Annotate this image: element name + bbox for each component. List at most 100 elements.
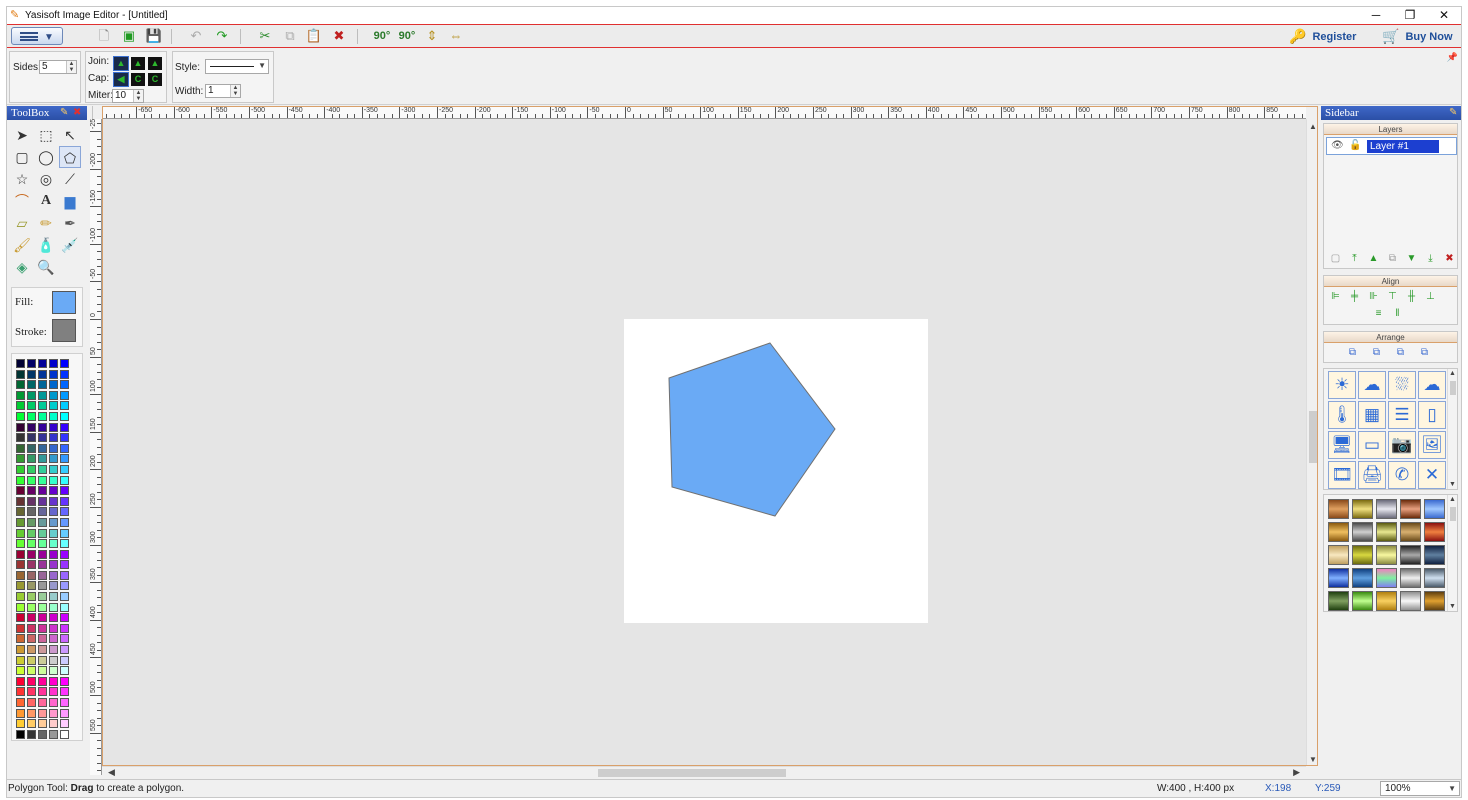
palette-swatch[interactable] xyxy=(16,634,25,644)
palette-swatch[interactable] xyxy=(27,676,36,686)
palette-swatch[interactable] xyxy=(60,496,69,506)
palette-swatch[interactable] xyxy=(38,549,47,559)
palette-swatch[interactable] xyxy=(38,528,47,538)
new-file-icon[interactable]: 🗋 xyxy=(95,28,113,44)
palette-swatch[interactable] xyxy=(16,602,25,612)
shape-library-icon[interactable]: ▯ xyxy=(1418,401,1446,429)
gradient-swatch[interactable] xyxy=(1400,591,1421,611)
spiral-tool-icon[interactable]: ◎ xyxy=(35,168,57,190)
vertical-scroll-thumb[interactable] xyxy=(1309,411,1317,463)
palette-swatch[interactable] xyxy=(49,486,58,496)
palette-swatch[interactable] xyxy=(60,464,69,474)
gradient-swatch[interactable] xyxy=(1376,499,1397,519)
move-layer-down-icon[interactable]: ▼ xyxy=(1402,252,1421,266)
palette-swatch[interactable] xyxy=(60,613,69,623)
palette-swatch[interactable] xyxy=(38,486,47,496)
palette-swatch[interactable] xyxy=(49,528,58,538)
palette-swatch[interactable] xyxy=(27,390,36,400)
palette-swatch[interactable] xyxy=(27,401,36,411)
palette-swatch[interactable] xyxy=(27,475,36,485)
palette-swatch[interactable] xyxy=(60,507,69,517)
palette-swatch[interactable] xyxy=(38,517,47,527)
scroll-thumb[interactable] xyxy=(1450,381,1456,395)
palette-swatch[interactable] xyxy=(49,687,58,697)
palette-swatch[interactable] xyxy=(38,411,47,421)
palette-swatch[interactable] xyxy=(27,719,36,729)
move-layer-up-icon[interactable]: ▲ xyxy=(1364,252,1383,266)
palette-swatch[interactable] xyxy=(38,433,47,443)
palette-swatch[interactable] xyxy=(60,443,69,453)
palette-swatch[interactable] xyxy=(49,592,58,602)
rotate-right-icon[interactable]: 90° xyxy=(398,28,416,44)
cap-round-icon[interactable]: C xyxy=(131,73,145,86)
palette-swatch[interactable] xyxy=(16,401,25,411)
palette-swatch[interactable] xyxy=(16,719,25,729)
palette-swatch[interactable] xyxy=(49,613,58,623)
palette-swatch[interactable] xyxy=(49,676,58,686)
palette-swatch[interactable] xyxy=(27,592,36,602)
gradient-swatch[interactable] xyxy=(1424,568,1445,588)
palette-swatch[interactable] xyxy=(60,369,69,379)
palette-swatch[interactable] xyxy=(27,433,36,443)
palette-swatch[interactable] xyxy=(27,422,36,432)
palette-swatch[interactable] xyxy=(38,496,47,506)
copy-icon[interactable]: ⧉ xyxy=(281,28,299,44)
palette-swatch[interactable] xyxy=(49,454,58,464)
palette-swatch[interactable] xyxy=(49,634,58,644)
delete-icon[interactable]: ✖ xyxy=(330,28,348,44)
palette-swatch[interactable] xyxy=(16,486,25,496)
palette-swatch[interactable] xyxy=(60,401,69,411)
line-style-select[interactable]: ▼ xyxy=(205,59,269,74)
palette-swatch[interactable] xyxy=(60,645,69,655)
shape-library-icon[interactable]: 🌡 xyxy=(1328,401,1356,429)
shape-library-icon[interactable]: ☰ xyxy=(1388,401,1416,429)
palette-swatch[interactable] xyxy=(27,645,36,655)
close-icon[interactable]: ✖ xyxy=(73,106,81,120)
align-bottom-icon[interactable]: ⊥ xyxy=(1421,290,1440,304)
palette-swatch[interactable] xyxy=(49,422,58,432)
shape-library-icon[interactable]: 🖥 xyxy=(1328,431,1356,459)
gradient-swatch[interactable] xyxy=(1376,522,1397,542)
spray-tool-icon[interactable]: 🧴 xyxy=(35,234,57,256)
ellipse-tool-icon[interactable]: ◯ xyxy=(35,146,57,168)
send-to-back-icon[interactable]: ⧉ xyxy=(1415,346,1434,360)
select-arrow-icon[interactable]: ➤ xyxy=(11,124,33,146)
horizontal-scrollbar[interactable]: ◀ ▶ xyxy=(102,766,1306,778)
gradient-swatch[interactable] xyxy=(1352,545,1373,565)
palette-swatch[interactable] xyxy=(27,708,36,718)
palette-swatch[interactable] xyxy=(16,645,25,655)
join-miter-icon[interactable]: ▲ xyxy=(113,56,129,71)
palette-swatch[interactable] xyxy=(60,676,69,686)
palette-swatch[interactable] xyxy=(27,634,36,644)
palette-swatch[interactable] xyxy=(16,380,25,390)
shape-library-icon[interactable]: ☁ xyxy=(1358,371,1386,399)
palette-swatch[interactable] xyxy=(27,623,36,633)
align-center-icon[interactable]: ╪ xyxy=(1345,290,1364,304)
palette-swatch[interactable] xyxy=(60,380,69,390)
scroll-down-arrow-icon[interactable]: ▼ xyxy=(1309,755,1317,764)
palette-swatch[interactable] xyxy=(38,719,47,729)
palette-swatch[interactable] xyxy=(16,359,25,368)
palette-swatch[interactable] xyxy=(38,729,47,739)
layer-row[interactable]: 👁 🔓 Layer #1 xyxy=(1326,137,1457,155)
shape-library-icon[interactable]: ▭ xyxy=(1358,431,1386,459)
palette-swatch[interactable] xyxy=(16,443,25,453)
scroll-down-arrow-icon[interactable]: ▼ xyxy=(1449,603,1456,610)
text-tool-icon[interactable]: A xyxy=(35,190,57,212)
star-tool-icon[interactable]: ☆ xyxy=(11,168,33,190)
align-middle-icon[interactable]: ╫ xyxy=(1402,290,1421,304)
gradient-swatch[interactable] xyxy=(1376,591,1397,611)
align-top-icon[interactable]: ⊤ xyxy=(1383,290,1402,304)
gradient-swatch[interactable] xyxy=(1352,499,1373,519)
palette-swatch[interactable] xyxy=(38,369,47,379)
gradient-swatch[interactable] xyxy=(1376,568,1397,588)
palette-swatch[interactable] xyxy=(49,411,58,421)
gradient-swatch[interactable] xyxy=(1400,545,1421,565)
save-icon[interactable]: 💾 xyxy=(145,28,163,44)
palette-swatch[interactable] xyxy=(60,560,69,570)
palette-swatch[interactable] xyxy=(38,592,47,602)
palette-swatch[interactable] xyxy=(38,676,47,686)
palette-swatch[interactable] xyxy=(16,528,25,538)
palette-swatch[interactable] xyxy=(27,486,36,496)
send-backward-icon[interactable]: ⧉ xyxy=(1391,346,1410,360)
